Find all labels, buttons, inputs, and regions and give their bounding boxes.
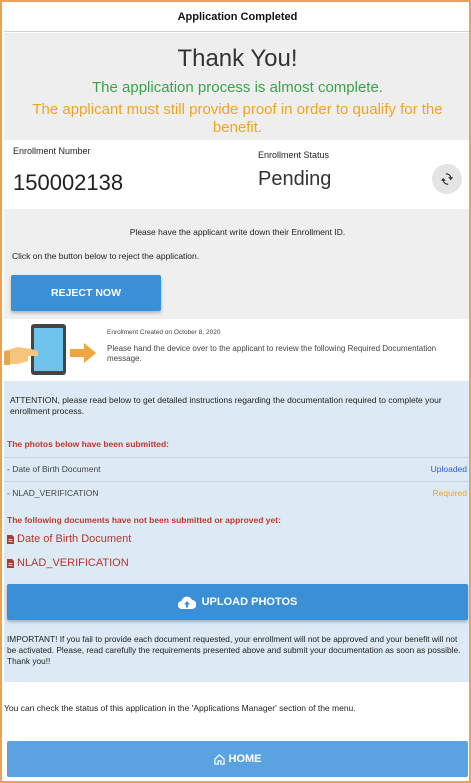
- enrollment-number: 150002138: [13, 170, 124, 195]
- reject-now-button[interactable]: REJECT NOW: [11, 275, 161, 311]
- cloud-upload-icon: [177, 596, 196, 609]
- submitted-doc-row: - Date of Birth Document Uploaded: [4, 457, 469, 479]
- home-button[interactable]: HOME: [7, 741, 468, 777]
- reject-hint: Click on the button below to reject the …: [12, 251, 200, 261]
- document-icon: [7, 534, 14, 544]
- hand-device-panel: Enrollment Created on October 8, 2020 Pl…: [4, 319, 469, 381]
- check-status-message: You can check the status of this applica…: [4, 703, 356, 713]
- write-down-notice: Please have the applicant write down the…: [129, 227, 346, 237]
- refresh-icon: [440, 173, 454, 185]
- submitted-doc-name: - NLAD_VERIFICATION: [7, 488, 99, 498]
- missing-documents-heading: The following documents have not been su…: [7, 515, 281, 525]
- enrollment-status: Pending: [258, 168, 332, 190]
- refresh-status-button[interactable]: [432, 164, 462, 194]
- submitted-photos-heading: The photos below have been submitted:: [7, 439, 169, 449]
- submitted-doc-status: Uploaded: [430, 464, 467, 474]
- missing-doc-item[interactable]: Date of Birth Document: [7, 533, 131, 545]
- hand-device-message: Please hand the device over to the appli…: [107, 344, 437, 363]
- missing-doc-item[interactable]: NLAD_VERIFICATION: [7, 557, 129, 569]
- hand-tablet-illustration: [4, 324, 96, 375]
- home-icon: [213, 753, 225, 765]
- important-notice: IMPORTANT! If you fail to provide each d…: [7, 634, 461, 666]
- thank-you-panel: Thank You! The application process is al…: [4, 33, 469, 140]
- documentation-panel: ATTENTION, please read below to get deta…: [4, 381, 469, 682]
- almost-complete-message: The application process is almost comple…: [92, 79, 383, 96]
- proof-required-message: The applicant must still provide proof i…: [32, 101, 443, 136]
- missing-doc-label: Date of Birth Document: [17, 533, 132, 545]
- enrollment-number-label: Enrollment Number: [13, 146, 91, 156]
- submitted-doc-status: Required: [432, 488, 468, 498]
- page-header: Application Completed: [4, 4, 469, 32]
- enrollment-status-label: Enrollment Status: [258, 150, 330, 160]
- submitted-doc-row: - NLAD_VERIFICATION Required: [4, 481, 469, 503]
- thank-you-title: Thank You!: [177, 45, 298, 72]
- document-icon: [7, 558, 14, 568]
- upload-photos-button[interactable]: UPLOAD PHOTOS: [7, 584, 468, 620]
- app-frame: Application Completed Thank You! The app…: [0, 0, 471, 783]
- page-title: Application Completed: [177, 11, 298, 23]
- upload-photos-label: UPLOAD PHOTOS: [201, 596, 298, 608]
- enrollment-created-date: Enrollment Created on October 8, 2020: [107, 329, 221, 336]
- enrollment-info-panel: Enrollment Number 150002138 Enrollment S…: [4, 140, 469, 209]
- write-down-panel: Please have the applicant write down the…: [4, 209, 469, 319]
- attention-message: ATTENTION, please read below to get deta…: [10, 395, 442, 416]
- submitted-doc-name: - Date of Birth Document: [7, 464, 101, 474]
- missing-doc-label: NLAD_VERIFICATION: [17, 557, 129, 569]
- home-label: HOME: [228, 753, 262, 765]
